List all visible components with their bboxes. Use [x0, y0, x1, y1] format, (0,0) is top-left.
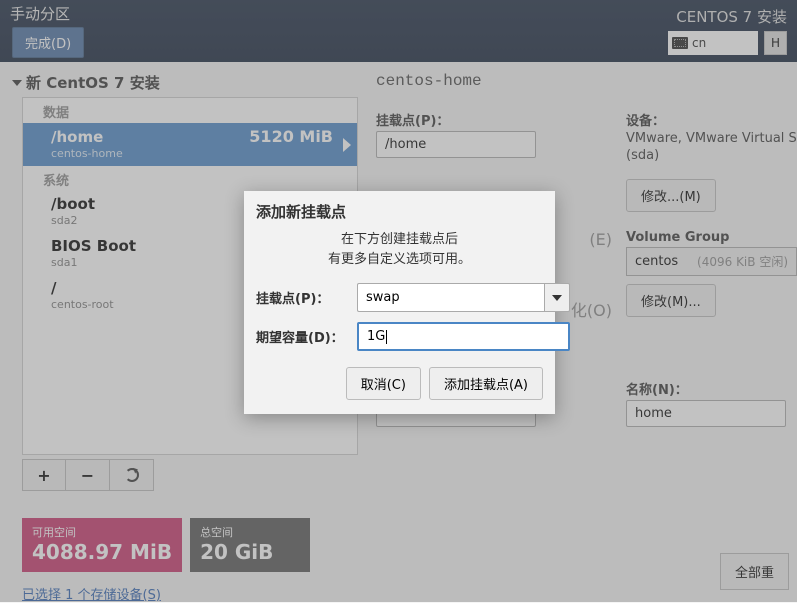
- dialog-mount-label: 挂载点(P)：: [256, 288, 351, 307]
- dialog-title: 添加新挂载点: [244, 191, 555, 224]
- dialog-form: 挂载点(P)： 期望容量(D)： 1G: [244, 283, 555, 367]
- dialog-capacity-input[interactable]: 1G: [357, 322, 570, 351]
- dialog-description: 在下方创建挂载点后 有更多自定义选项可用。: [244, 224, 555, 283]
- dialog-mount-input[interactable]: [357, 283, 544, 312]
- add-mount-point-dialog: 添加新挂载点 在下方创建挂载点后 有更多自定义选项可用。 挂载点(P)： 期望容…: [244, 191, 555, 414]
- add-mount-point-button[interactable]: 添加挂载点(A): [429, 367, 543, 400]
- dialog-mount-dropdown-button[interactable]: [544, 283, 570, 312]
- dialog-button-row: 取消(C) 添加挂载点(A): [244, 367, 555, 414]
- cancel-button[interactable]: 取消(C): [346, 367, 421, 400]
- chevron-down-icon: [552, 295, 562, 301]
- text-cursor: [386, 330, 387, 344]
- dialog-capacity-label: 期望容量(D)：: [256, 327, 351, 346]
- dialog-mount-select[interactable]: [357, 283, 570, 312]
